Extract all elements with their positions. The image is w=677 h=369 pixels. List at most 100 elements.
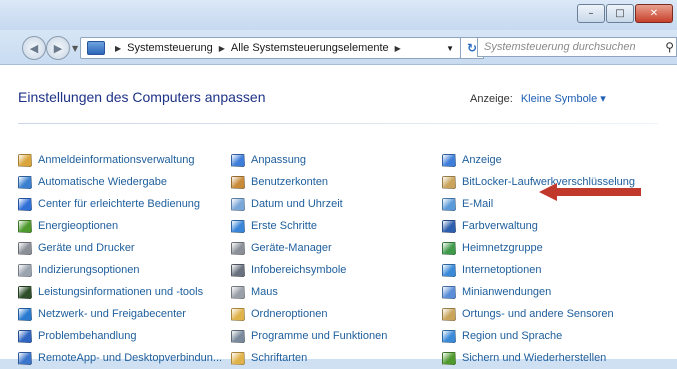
items-column-2: Anpassung Benutzerkonten Datum und Uhrzeit… — [231, 149, 387, 369]
breadcrumb-separator-icon[interactable]: ▶ — [115, 44, 121, 53]
control-panel-item-label: Center für erleichterte Bedienung — [38, 198, 201, 210]
page-title: Einstellungen des Computers anpassen — [18, 89, 266, 105]
control-panel-item[interactable]: Geräte-Manager — [231, 237, 387, 259]
control-panel-item[interactable]: Center für erleichterte Bedienung — [18, 193, 222, 215]
control-panel-item-label: Benutzerkonten — [251, 176, 329, 188]
view-mode-dropdown[interactable]: Kleine Symbole ▾ — [521, 93, 606, 105]
control-panel-item-label: Ordneroptionen — [251, 308, 328, 320]
control-panel-item[interactable]: Leistungsinformationen und -tools — [18, 281, 222, 303]
title-bar: – □ ✕ — [0, 0, 677, 30]
folder-icon — [231, 307, 245, 321]
control-panel-item[interactable]: Heimnetzgruppe — [442, 237, 635, 259]
performance-icon — [18, 285, 32, 299]
control-panel-item-label: Internetoptionen — [462, 264, 542, 276]
control-panel-item[interactable]: Infobereichsymbole — [231, 259, 387, 281]
breadcrumb-separator-icon[interactable]: ▶ — [219, 44, 225, 53]
control-panel-item-label: Geräte-Manager — [251, 242, 332, 254]
control-panel-item[interactable]: Erste Schritte — [231, 215, 387, 237]
search-icon[interactable]: ⚲ — [665, 40, 674, 54]
refresh-icon: ↻ — [466, 41, 478, 55]
address-bar[interactable]: ▶ Systemsteuerung ▶ Alle Systemsteuerung… — [80, 37, 461, 59]
control-panel-item[interactable]: Region und Sprache — [442, 325, 635, 347]
remoteapp-icon — [18, 351, 32, 365]
control-panel-item[interactable]: Ordneroptionen — [231, 303, 387, 325]
control-panel-item[interactable]: Datum und Uhrzeit — [231, 193, 387, 215]
control-panel-item-label: E-Mail — [462, 198, 494, 210]
control-panel-item-label: Datum und Uhrzeit — [251, 198, 343, 210]
internet-icon — [442, 263, 456, 277]
close-button[interactable]: ✕ — [635, 4, 673, 23]
personalize-icon — [231, 153, 245, 167]
control-panel-item[interactable]: Indizierungsoptionen — [18, 259, 222, 281]
control-panel-item-label: Erste Schritte — [251, 220, 318, 232]
control-panel-item[interactable]: RemoteApp- und Desktopverbindun... — [18, 347, 222, 369]
control-panel-item[interactable]: Netzwerk- und Freigabecenter — [18, 303, 222, 325]
printer-icon — [18, 241, 32, 255]
region-icon — [442, 329, 456, 343]
control-panel-item-label: Infobereichsymbole — [251, 264, 347, 276]
forward-arrow-icon: ▶ — [53, 41, 63, 55]
maximize-button[interactable]: □ — [606, 4, 634, 23]
control-panel-item[interactable]: Maus — [231, 281, 387, 303]
control-panel-item-label: Programme und Funktionen — [251, 330, 388, 342]
control-panel-content: Einstellungen des Computers anpassen Anz… — [0, 64, 677, 365]
control-panel-item-label: Problembehandlung — [38, 330, 137, 342]
color-mgmt-icon — [442, 219, 456, 233]
control-panel-item-label: Minianwendungen — [462, 286, 552, 298]
getting-started-icon — [231, 219, 245, 233]
control-panel-item[interactable]: Minianwendungen — [442, 281, 635, 303]
view-selector: Anzeige: Kleine Symbole ▾ — [470, 92, 606, 105]
control-panel-item[interactable]: Energieoptionen — [18, 215, 222, 237]
items-column-3: Anzeige BitLocker-Laufwerkverschlüsselung… — [442, 149, 635, 369]
control-panel-item-label: Anmeldeinformationsverwaltung — [38, 154, 195, 166]
control-panel-item-label: Schriftarten — [251, 352, 308, 364]
fonts-icon — [231, 351, 245, 365]
control-panel-item[interactable]: Anmeldeinformationsverwaltung — [18, 149, 222, 171]
troubleshoot-icon — [18, 329, 32, 343]
programs-icon — [231, 329, 245, 343]
control-panel-item-label: Maus — [251, 286, 278, 298]
gadgets-icon — [442, 285, 456, 299]
device-manager-icon — [231, 241, 245, 255]
window-controls: – □ ✕ — [577, 4, 673, 23]
email-icon — [442, 197, 456, 211]
search-input[interactable]: Systemsteuerung durchsuchen ⚲ — [477, 37, 677, 57]
breadcrumb-systemsteuerung[interactable]: Systemsteuerung — [127, 42, 213, 54]
control-panel-item[interactable]: Programme und Funktionen — [231, 325, 387, 347]
control-panel-item[interactable]: Anzeige — [442, 149, 635, 171]
control-panel-item[interactable]: Schriftarten — [231, 347, 387, 369]
control-panel-item[interactable]: Automatische Wiedergabe — [18, 171, 222, 193]
control-panel-item[interactable]: Farbverwaltung — [442, 215, 635, 237]
back-button[interactable]: ◀ — [22, 36, 46, 60]
recent-pages-dropdown-icon[interactable]: ▼ — [72, 44, 78, 53]
control-panel-item[interactable]: Ortungs- und andere Sensoren — [442, 303, 635, 325]
control-panel-item-label: Farbverwaltung — [462, 220, 538, 232]
control-panel-item-label: Anzeige — [462, 154, 502, 166]
network-icon — [18, 307, 32, 321]
control-panel-item[interactable]: Internetoptionen — [442, 259, 635, 281]
control-panel-item-label: Ortungs- und andere Sensoren — [462, 308, 614, 320]
minimize-button[interactable]: – — [577, 4, 605, 23]
breadcrumb-separator-icon[interactable]: ▶ — [395, 44, 401, 53]
indexing-icon — [18, 263, 32, 277]
items-column-1: Anmeldeinformationsverwaltung Automatisch… — [18, 149, 222, 369]
control-panel-item[interactable]: Sichern und Wiederherstellen — [442, 347, 635, 369]
clock-icon — [231, 197, 245, 211]
control-panel-item-label: Energieoptionen — [38, 220, 119, 232]
control-panel-item-label: Geräte und Drucker — [38, 242, 135, 254]
sensors-icon — [442, 307, 456, 321]
address-toolbar: ◀ ▶ ▼ ▶ Systemsteuerung ▶ Alle Systemste… — [0, 30, 677, 64]
forward-button[interactable]: ▶ — [46, 36, 70, 60]
control-panel-item[interactable]: Problembehandlung — [18, 325, 222, 347]
control-panel-item[interactable]: Geräte und Drucker — [18, 237, 222, 259]
tray-icon — [231, 263, 245, 277]
breadcrumb-all-items[interactable]: Alle Systemsteuerungselemente — [231, 42, 389, 54]
address-dropdown-icon[interactable]: ▼ — [446, 44, 454, 53]
display-icon — [442, 153, 456, 167]
backup-icon — [442, 351, 456, 365]
control-panel-item[interactable]: Benutzerkonten — [231, 171, 387, 193]
credential-icon — [18, 153, 32, 167]
control-panel-item-label: Indizierungsoptionen — [38, 264, 140, 276]
control-panel-item[interactable]: Anpassung — [231, 149, 387, 171]
mouse-icon — [231, 285, 245, 299]
